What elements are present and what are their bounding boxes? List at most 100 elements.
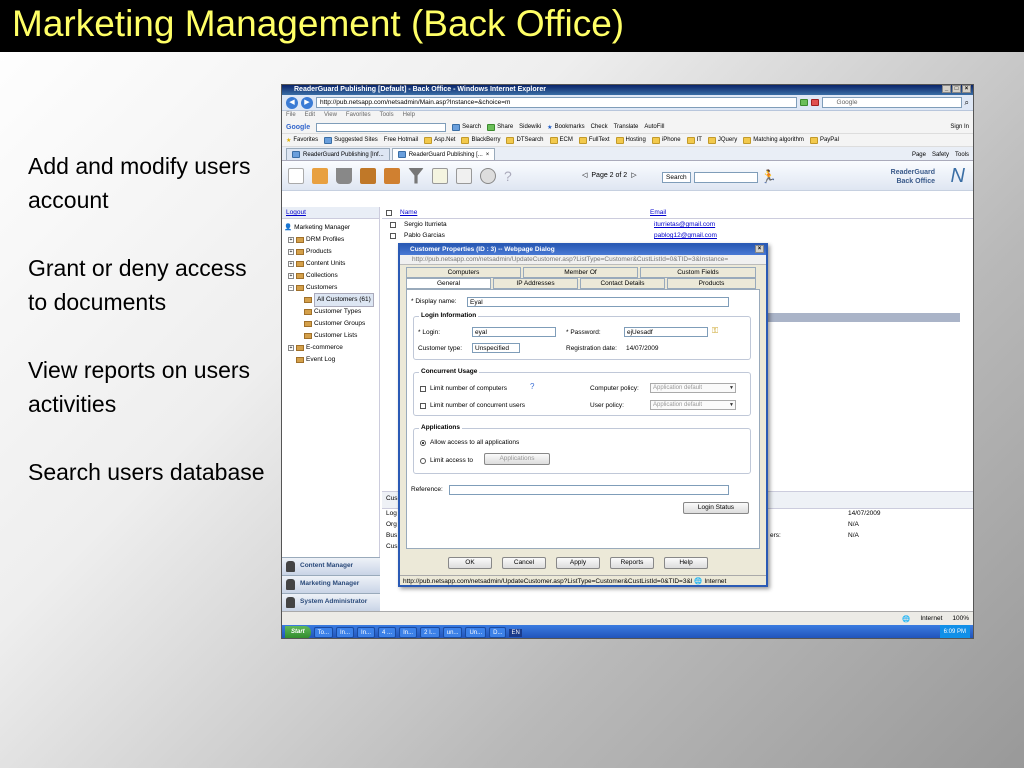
fav-it[interactable]: IT xyxy=(686,136,702,144)
next-page-icon[interactable]: ▷ xyxy=(631,171,636,179)
task-item[interactable]: In... xyxy=(399,627,418,638)
help-icon[interactable]: ? xyxy=(504,168,512,184)
prev-page-icon[interactable]: ◁ xyxy=(582,171,587,179)
fav-hotmail[interactable]: Free Hotmail xyxy=(384,137,418,143)
tree-ecommerce[interactable]: + E-commerce xyxy=(284,342,377,354)
fav-aspnet[interactable]: Asp.Net xyxy=(424,136,455,144)
address-bar[interactable]: http://pub.netsapp.com/netsadmin/Main.as… xyxy=(316,97,797,108)
allow-all-radio[interactable] xyxy=(420,440,426,446)
forward-arrow-icon[interactable]: ▶ xyxy=(301,96,313,109)
clock[interactable]: 6:09 PM xyxy=(939,625,970,638)
search-select[interactable]: Search xyxy=(662,171,691,183)
filter-icon[interactable] xyxy=(408,167,424,184)
reference-input[interactable] xyxy=(449,485,729,495)
menu-help[interactable]: Help xyxy=(403,112,415,120)
tree-collections[interactable]: + Collections xyxy=(284,270,377,282)
zoom-level[interactable]: 100% xyxy=(952,615,969,623)
tree-customer-groups[interactable]: Customer Groups xyxy=(284,318,377,330)
task-item[interactable]: D... xyxy=(489,627,507,638)
menu-edit[interactable]: Edit xyxy=(305,112,315,120)
help-button[interactable]: Help xyxy=(664,557,708,569)
password-input[interactable]: ejUesadf xyxy=(624,327,708,337)
login-status-button[interactable]: Login Status xyxy=(683,502,749,514)
row-checkbox[interactable] xyxy=(390,232,396,239)
tab-readerguard-1[interactable]: ReaderGuard Publishing [Inf... xyxy=(286,148,390,160)
fav-ecm[interactable]: ECM xyxy=(549,136,573,144)
row-email[interactable]: iturrietas@gmail.com xyxy=(654,221,715,228)
menu-favorites[interactable]: Favorites xyxy=(346,112,371,120)
tab-products[interactable]: Products xyxy=(667,278,756,289)
logout-link[interactable]: Logout xyxy=(282,207,379,219)
task-item[interactable]: In... xyxy=(336,627,355,638)
tree-marketing-manager[interactable]: 👤 Marketing Manager xyxy=(284,222,377,234)
fav-hosting[interactable]: Hosting xyxy=(615,136,646,144)
display-name-input[interactable]: Eyal xyxy=(467,297,729,307)
book-icon[interactable] xyxy=(432,167,448,184)
login-input[interactable]: eyal xyxy=(472,327,556,337)
tab-general[interactable]: General xyxy=(406,278,491,289)
google-search-input[interactable] xyxy=(316,122,447,132)
col-email[interactable]: Email xyxy=(650,209,666,216)
gtb-bookmarks-button[interactable]: ★ Bookmarks xyxy=(547,124,584,131)
folder-icon[interactable] xyxy=(360,167,376,184)
key-icon[interactable]: ⚿ xyxy=(712,326,718,336)
gtb-sidewiki-button[interactable]: Sidewiki xyxy=(519,124,541,130)
close-button[interactable]: × xyxy=(962,85,971,93)
table-row[interactable]: Pablo Garcias pablog12@gmail.com xyxy=(382,230,973,241)
gauge-icon[interactable] xyxy=(480,167,496,184)
task-item[interactable]: In... xyxy=(357,627,376,638)
menu-view[interactable]: View xyxy=(324,112,337,120)
tree-drm-profiles[interactable]: + DRM Profiles xyxy=(284,234,377,246)
row-email[interactable]: pablog12@gmail.com xyxy=(654,232,717,239)
col-name[interactable]: Name xyxy=(400,209,650,216)
tree-customer-types[interactable]: Customer Types xyxy=(284,306,377,318)
back-arrow-icon[interactable]: ◀ xyxy=(286,96,298,109)
table-row[interactable]: Sergio Iturrieta iturrietas@gmail.com xyxy=(382,219,973,230)
cancel-button[interactable]: Cancel xyxy=(502,557,546,569)
nav-content-manager[interactable]: Content Manager xyxy=(282,557,380,575)
task-item[interactable]: un... xyxy=(442,627,463,638)
nav-system-administrator[interactable]: System Administrator xyxy=(282,593,380,611)
refresh-icon[interactable] xyxy=(799,99,808,106)
gtb-autofill-button[interactable]: AutoFill xyxy=(644,124,664,130)
info-icon[interactable]: ? xyxy=(530,382,534,391)
reports-button[interactable]: Reports xyxy=(610,557,654,569)
cmd-safety[interactable]: Safety xyxy=(932,152,949,158)
tab-readerguard-2[interactable]: ReaderGuard Publishing [... × xyxy=(391,148,496,160)
fav-paypal[interactable]: PayPal xyxy=(809,136,839,144)
browser-search-input[interactable]: Google xyxy=(821,97,962,108)
minimize-button[interactable]: _ xyxy=(942,85,951,93)
cmd-page[interactable]: Page xyxy=(912,152,926,158)
menu-tools[interactable]: Tools xyxy=(380,112,394,120)
fav-fulltext[interactable]: FullText xyxy=(578,136,610,144)
fav-blackberry[interactable]: BlackBerry xyxy=(461,136,500,144)
tree-all-customers[interactable]: All Customers (61) xyxy=(284,293,377,307)
gtb-search-button[interactable]: Search xyxy=(452,123,481,131)
cmd-tools[interactable]: Tools xyxy=(955,152,969,158)
edit-icon[interactable] xyxy=(312,167,328,184)
fav-iphone[interactable]: iPhone xyxy=(651,136,681,144)
gtb-check-button[interactable]: Check xyxy=(591,124,608,130)
customer-type-select[interactable]: Unspecified xyxy=(472,343,520,353)
tree-customer-lists[interactable]: Customer Lists xyxy=(284,330,377,342)
fav-suggested[interactable]: Suggested Sites xyxy=(324,136,378,144)
ok-button[interactable]: OK xyxy=(448,557,492,569)
gtb-share-button[interactable]: Share xyxy=(487,123,513,131)
tree-content-units[interactable]: + Content Units xyxy=(284,258,377,270)
delete-icon[interactable] xyxy=(336,167,352,184)
maximize-button[interactable]: □ xyxy=(952,85,961,93)
search-icon[interactable]: ⌕ xyxy=(965,98,969,108)
tab-ip-addresses[interactable]: IP Addresses xyxy=(493,278,578,289)
user-policy-select[interactable]: Application default xyxy=(650,400,736,410)
start-button[interactable]: Start xyxy=(285,626,311,638)
tree-event-log[interactable]: Event Log xyxy=(284,354,377,366)
task-item[interactable]: Un... xyxy=(465,627,487,638)
run-icon[interactable]: 🏃 xyxy=(761,169,777,185)
limit-computers-checkbox[interactable] xyxy=(420,386,426,392)
tab-computers[interactable]: Computers xyxy=(406,267,521,278)
stop-icon[interactable] xyxy=(810,99,819,106)
tab-member-of[interactable]: Member Of xyxy=(523,267,638,278)
header-search-input[interactable] xyxy=(693,171,758,183)
nav-marketing-manager[interactable]: Marketing Manager xyxy=(282,575,380,593)
row-checkbox[interactable] xyxy=(390,221,396,228)
